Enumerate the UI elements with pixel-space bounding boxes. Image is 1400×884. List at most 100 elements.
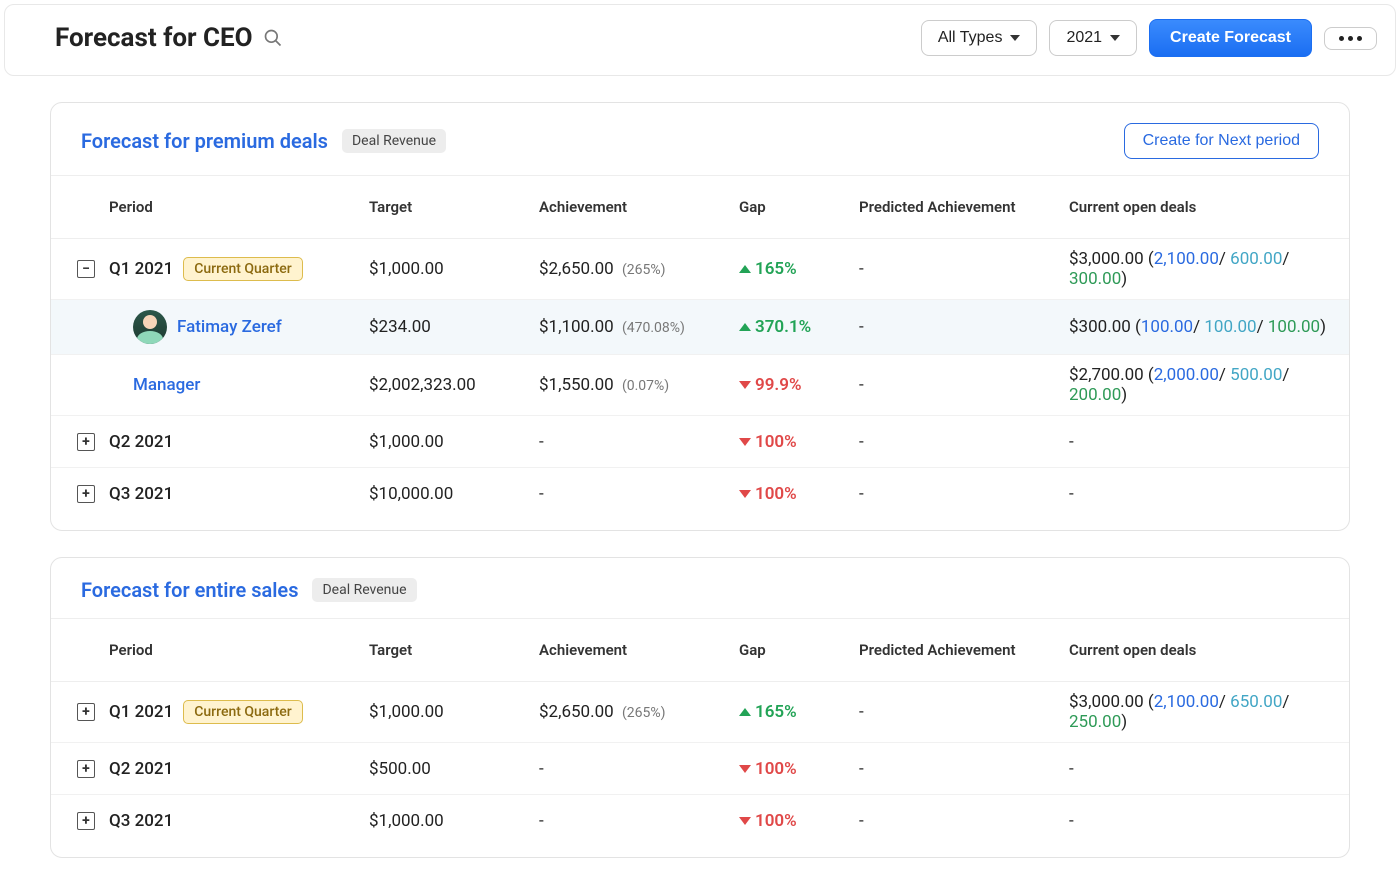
predicted-value: - bbox=[853, 307, 1063, 347]
chevron-down-icon bbox=[1110, 35, 1120, 41]
gap-value: 165% bbox=[739, 259, 847, 279]
open-deals-value: $2,700.00 (2,000.00/ 500.00/ 200.00) bbox=[1069, 365, 1289, 405]
target-value: $1,000.00 bbox=[363, 249, 533, 289]
page-title: Forecast for CEO bbox=[55, 23, 283, 53]
arrow-down-icon bbox=[739, 490, 751, 498]
predicted-value: - bbox=[853, 474, 1063, 514]
open-deals-value: - bbox=[1069, 432, 1074, 452]
target-value: $10,000.00 bbox=[363, 474, 533, 514]
arrow-down-icon bbox=[739, 765, 751, 773]
target-value: $234.00 bbox=[363, 307, 533, 347]
page-title-text: Forecast for CEO bbox=[55, 23, 253, 53]
predicted-value: - bbox=[853, 365, 1063, 405]
section-header: Forecast for entire sales Deal Revenue bbox=[51, 558, 1349, 618]
target-value: $1,000.00 bbox=[363, 422, 533, 462]
achievement-value: $2,650.00 bbox=[539, 702, 614, 722]
col-target: Target bbox=[363, 631, 533, 669]
period-label: Q1 2021 bbox=[109, 259, 173, 279]
create-next-period-button[interactable]: Create for Next period bbox=[1124, 123, 1319, 159]
create-forecast-button[interactable]: Create Forecast bbox=[1149, 19, 1312, 57]
achievement-value: $2,650.00 bbox=[539, 259, 614, 279]
target-value: $1,000.00 bbox=[363, 692, 533, 732]
section-title[interactable]: Forecast for premium deals bbox=[81, 129, 328, 153]
open-deals-value: $3,000.00 (2,100.00/ 650.00/ 250.00) bbox=[1069, 692, 1289, 732]
expand-toggle[interactable] bbox=[77, 760, 95, 778]
arrow-up-icon bbox=[739, 708, 751, 716]
type-filter[interactable]: All Types bbox=[921, 20, 1038, 56]
forecast-section: Forecast for entire sales Deal Revenue P… bbox=[50, 557, 1350, 858]
table-header: Period Target Achievement Gap Predicted … bbox=[51, 175, 1349, 239]
col-predicted: Predicted Achievement bbox=[853, 188, 1063, 226]
col-period: Period bbox=[103, 188, 363, 226]
achievement-pct: (265%) bbox=[622, 705, 666, 721]
table-header: Period Target Achievement Gap Predicted … bbox=[51, 618, 1349, 682]
col-gap: Gap bbox=[733, 631, 853, 669]
expand-toggle[interactable] bbox=[77, 260, 95, 278]
period-label: Q2 2021 bbox=[109, 432, 173, 452]
table-row: Q1 2021 Current Quarter $1,000.00 $2,650.… bbox=[51, 239, 1349, 300]
table-row: Q2 2021 $1,000.00 - 100% - - bbox=[51, 416, 1349, 468]
col-target: Target bbox=[363, 188, 533, 226]
gap-value: 100% bbox=[739, 759, 847, 779]
open-deals-value: $3,000.00 (2,100.00/ 600.00/ 300.00) bbox=[1069, 249, 1289, 289]
gap-value: 100% bbox=[739, 811, 847, 831]
achievement-pct: (470.08%) bbox=[622, 320, 685, 336]
arrow-down-icon bbox=[739, 381, 751, 389]
year-filter[interactable]: 2021 bbox=[1049, 20, 1137, 56]
user-link[interactable]: Fatimay Zeref bbox=[177, 317, 282, 337]
table-row: Fatimay Zeref $234.00 $1,100.00 (470.08%… bbox=[51, 300, 1349, 355]
user-link[interactable]: Manager bbox=[133, 375, 200, 395]
predicted-value: - bbox=[853, 749, 1063, 789]
open-deals-value: $300.00 (100.00/ 100.00/ 100.00) bbox=[1069, 317, 1326, 337]
forecast-section: Forecast for premium deals Deal Revenue … bbox=[50, 102, 1350, 531]
col-gap: Gap bbox=[733, 188, 853, 226]
search-icon[interactable] bbox=[263, 28, 283, 48]
expand-toggle[interactable] bbox=[77, 703, 95, 721]
year-filter-label: 2021 bbox=[1066, 29, 1102, 47]
col-predicted: Predicted Achievement bbox=[853, 631, 1063, 669]
arrow-down-icon bbox=[739, 817, 751, 825]
col-achievement: Achievement bbox=[533, 188, 733, 226]
achievement-pct: (0.07%) bbox=[622, 378, 669, 394]
period-label: Q3 2021 bbox=[109, 484, 173, 504]
section-title[interactable]: Forecast for entire sales bbox=[81, 578, 298, 602]
predicted-value: - bbox=[853, 249, 1063, 289]
period-label: Q3 2021 bbox=[109, 811, 173, 831]
expand-toggle[interactable] bbox=[77, 433, 95, 451]
table-row: Manager $2,002,323.00 $1,550.00 (0.07%) … bbox=[51, 355, 1349, 416]
predicted-value: - bbox=[853, 422, 1063, 462]
achievement-pct: (265%) bbox=[622, 262, 666, 278]
table-row: Q3 2021 $10,000.00 - 100% - - bbox=[51, 468, 1349, 520]
table-row: Q2 2021 $500.00 - 100% - - bbox=[51, 743, 1349, 795]
expand-toggle[interactable] bbox=[77, 485, 95, 503]
open-deals-value: - bbox=[1069, 759, 1074, 779]
col-open: Current open deals bbox=[1063, 188, 1349, 226]
open-deals-value: - bbox=[1069, 811, 1074, 831]
arrow-up-icon bbox=[739, 323, 751, 331]
table-row: Q3 2021 $1,000.00 - 100% - - bbox=[51, 795, 1349, 847]
gap-value: 165% bbox=[739, 702, 847, 722]
expand-toggle[interactable] bbox=[77, 812, 95, 830]
section-tag: Deal Revenue bbox=[342, 129, 446, 153]
chevron-down-icon bbox=[1010, 35, 1020, 41]
open-deals-value: - bbox=[1069, 484, 1074, 504]
dots-icon bbox=[1339, 36, 1362, 41]
achievement-value: $1,100.00 bbox=[539, 317, 614, 337]
col-period: Period bbox=[103, 631, 363, 669]
arrow-up-icon bbox=[739, 265, 751, 273]
more-actions-button[interactable] bbox=[1324, 27, 1377, 50]
gap-value: 370.1% bbox=[739, 317, 847, 337]
target-value: $2,002,323.00 bbox=[363, 365, 533, 405]
gap-value: 100% bbox=[739, 484, 847, 504]
col-open: Current open deals bbox=[1063, 631, 1349, 669]
predicted-value: - bbox=[853, 692, 1063, 732]
type-filter-label: All Types bbox=[938, 29, 1003, 47]
period-label: Q1 2021 bbox=[109, 702, 173, 722]
top-actions: All Types 2021 Create Forecast bbox=[921, 19, 1377, 57]
gap-value: 100% bbox=[739, 432, 847, 452]
col-achievement: Achievement bbox=[533, 631, 733, 669]
gap-value: 99.9% bbox=[739, 375, 847, 395]
predicted-value: - bbox=[853, 801, 1063, 841]
section-header: Forecast for premium deals Deal Revenue … bbox=[51, 103, 1349, 175]
current-quarter-badge: Current Quarter bbox=[183, 257, 303, 281]
